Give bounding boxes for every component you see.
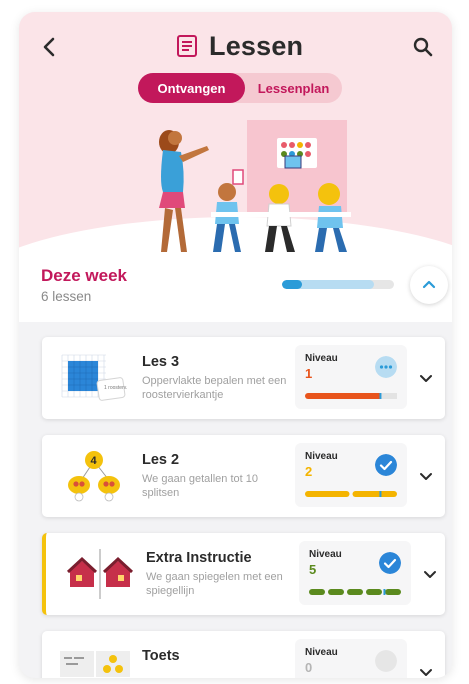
back-arrow-icon bbox=[43, 37, 55, 57]
lesson-card[interactable]: 4 Les 2 We gaan getallen tot 10 splitsen… bbox=[42, 435, 445, 517]
lesson-card[interactable]: 1 roosterv. Les 3 Oppervlakte bepalen me… bbox=[42, 337, 445, 419]
lesson-card[interactable]: Toets Niveau 0 bbox=[42, 631, 445, 678]
check-icon bbox=[379, 552, 401, 574]
level-label: Niveau bbox=[305, 451, 338, 462]
week-title: Deze week bbox=[41, 266, 127, 285]
level-value: 2 bbox=[305, 464, 313, 479]
lesson-title: Toets bbox=[142, 648, 180, 664]
chevron-down-icon[interactable] bbox=[418, 664, 434, 678]
chevron-down-icon[interactable] bbox=[418, 468, 434, 484]
chevron-down-icon[interactable] bbox=[418, 370, 434, 386]
level-value: 1 bbox=[305, 366, 313, 381]
level-label: Niveau bbox=[305, 647, 338, 658]
week-summary: Deze week 6 lessen bbox=[19, 258, 452, 320]
lesson-description: We gaan getallen tot 10 splitsen bbox=[142, 473, 258, 499]
tab-switcher: Ontvangen Lessenplan bbox=[138, 73, 342, 103]
week-lesson-count: 6 lessen bbox=[41, 289, 92, 304]
lesson-title: Les 2 bbox=[142, 452, 180, 468]
chevron-down-icon[interactable] bbox=[422, 566, 438, 582]
collapse-week-button[interactable] bbox=[410, 266, 448, 304]
top-bar: Lessen bbox=[19, 12, 452, 76]
level-panel: Niveau 0 bbox=[295, 639, 407, 678]
lesson-list: 1 roosterv. Les 3 Oppervlakte bepalen me… bbox=[19, 322, 452, 678]
back-button[interactable] bbox=[37, 34, 63, 60]
search-button[interactable] bbox=[410, 34, 436, 60]
level-marker bbox=[383, 589, 386, 595]
lesson-description: We gaan spiegelen met een spiegellijn bbox=[146, 571, 283, 597]
week-progress-done bbox=[282, 280, 303, 289]
level-label: Niveau bbox=[309, 549, 342, 560]
level-segment bbox=[305, 491, 350, 497]
empty-circle-icon bbox=[375, 650, 397, 672]
grid-area-icon: 1 roosterv. bbox=[61, 354, 127, 401]
week-progress-bar bbox=[282, 280, 394, 289]
lesson-title: Les 3 bbox=[142, 354, 180, 370]
thumb-number: 4 bbox=[91, 455, 98, 467]
page-title-group: Lessen bbox=[175, 30, 303, 62]
split-numbers-icon: 4 bbox=[68, 451, 120, 502]
level-marker bbox=[379, 491, 382, 497]
level-segment bbox=[352, 491, 397, 497]
lesson-description: Oppervlakte bepalen met een roostervierk… bbox=[142, 375, 287, 401]
level-panel: Niveau 2 bbox=[295, 443, 407, 507]
test-icon bbox=[60, 651, 130, 677]
app-screen: Lessen Ontvangen Lessenplan Deze week 6 … bbox=[19, 12, 452, 678]
level-segment bbox=[366, 589, 382, 595]
mirror-houses-icon bbox=[66, 549, 134, 599]
level-panel: Niveau 1 bbox=[295, 345, 407, 409]
level-marker bbox=[379, 393, 382, 399]
level-segment bbox=[347, 589, 363, 595]
level-progress-bar bbox=[305, 393, 397, 399]
lesson-title: Extra Instructie bbox=[146, 550, 252, 566]
level-segment bbox=[385, 589, 401, 595]
lesson-list-icon bbox=[177, 35, 197, 57]
level-label: Niveau bbox=[305, 353, 338, 364]
level-segment bbox=[328, 589, 344, 595]
level-remaining bbox=[380, 393, 397, 399]
dots-icon bbox=[375, 356, 397, 378]
level-panel: Niveau 5 bbox=[299, 541, 411, 605]
level-value: 5 bbox=[309, 562, 317, 577]
search-icon bbox=[413, 37, 433, 57]
level-progress-bar bbox=[305, 491, 397, 497]
tab-ontvangen[interactable]: Ontvangen bbox=[138, 73, 245, 103]
thumb-note: 1 roosterv. bbox=[104, 385, 127, 391]
level-progress-bar bbox=[309, 589, 401, 595]
lesson-card[interactable]: Extra Instructie We gaan spiegelen met e… bbox=[42, 533, 445, 615]
page-title: Lessen bbox=[209, 30, 304, 61]
classroom-illustration bbox=[159, 120, 351, 252]
level-value: 0 bbox=[305, 660, 313, 675]
level-segment bbox=[309, 589, 325, 595]
check-icon bbox=[375, 454, 397, 476]
tab-lessenplan[interactable]: Lessenplan bbox=[245, 73, 342, 103]
chevron-up-icon bbox=[422, 280, 436, 289]
